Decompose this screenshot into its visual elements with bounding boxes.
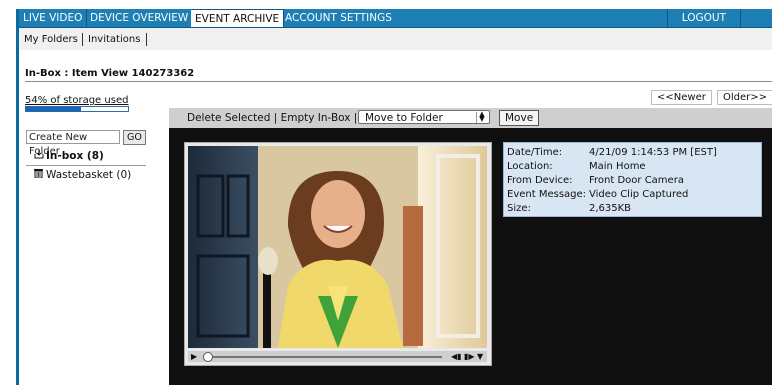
subnav-invitations[interactable]: Invitations [88,34,140,45]
video-controls: ▶ ◀▮ ▮▶ ▼ [188,351,487,362]
tab-device-overview[interactable]: DEVICE OVERVIEW [86,9,194,27]
detail-event-message: Event Message: Video Clip Captured [507,189,688,200]
create-folder-go-button[interactable]: GO [123,130,146,145]
detail-value: 2,635KB [589,203,632,214]
video-thumbnail [188,146,487,348]
folder-inbox-label: In-box (8) [46,150,104,162]
message-toolbar: Delete Selected | Empty In-Box | Move to… [169,108,772,128]
detail-key: Event Message: [507,189,587,200]
select-arrows-icon: ▲ ▼ [476,111,487,123]
move-select-value: Move to Folder [365,112,443,124]
step-forward-icon[interactable]: ▮▶ [464,351,475,362]
older-button[interactable]: Older>> [717,90,772,105]
video-seek-track[interactable] [206,356,442,358]
video-seek-handle[interactable] [203,352,213,362]
folder-wastebasket-label: Wastebasket (0) [46,169,132,181]
delete-selected-link[interactable]: Delete Selected [187,112,270,124]
tab-event-archive[interactable]: EVENT ARCHIVE [191,9,285,27]
video-frame-image[interactable] [188,146,487,348]
subnav-divider [146,33,147,46]
storage-usage-bar [25,106,129,112]
step-back-icon[interactable]: ◀▮ [451,351,462,362]
subnav-divider [82,33,83,46]
detail-value: Video Clip Captured [589,189,689,200]
detail-key: Location: [507,161,553,172]
folder-wastebasket[interactable]: Wastebasket (0) [34,168,131,181]
event-details-panel: Date/Time: 4/21/09 1:14:53 PM [EST] Locat… [503,142,762,217]
create-folder-input[interactable]: Create New Folder [26,130,120,157]
move-to-folder-select[interactable]: Move to Folder ▲ ▼ [358,110,490,124]
toolbar-actions: Delete Selected | Empty In-Box | [187,112,358,124]
inbox-icon [34,150,44,162]
top-navigation: LIVE VIDEO DEVICE OVERVIEW EVENT ARCHIVE… [19,9,772,28]
storage-usage-fill [26,107,82,111]
trash-icon [34,168,44,181]
play-icon[interactable]: ▶ [191,351,197,362]
tab-account-settings[interactable]: ACCOUNT SETTINGS [281,9,396,27]
detail-value: Front Door Camera [589,175,684,186]
detail-date-time: Date/Time: 4/21/09 1:14:53 PM [EST] [507,147,717,158]
sub-navigation: My Folders Invitations [19,28,772,50]
app-frame: LIVE VIDEO DEVICE OVERVIEW EVENT ARCHIVE… [16,9,772,385]
logout-link[interactable]: LOGOUT [666,9,741,27]
empty-inbox-link[interactable]: Empty In-Box [281,112,351,124]
item-viewer: ▶ ◀▮ ▮▶ ▼ Date/Time: 4/21/09 1:14:53 PM [… [169,128,772,385]
folder-inbox[interactable]: In-box (8) [34,150,104,162]
detail-size: Size: 2,635KB [507,203,631,214]
detail-key: Date/Time: [507,147,563,158]
page-title: In-Box : Item View 140273362 [25,68,195,79]
detail-key: Size: [507,203,531,214]
detail-value: 4/21/09 1:14:53 PM [EST] [589,147,717,158]
folder-divider [26,165,146,166]
subnav-my-folders[interactable]: My Folders [24,34,78,45]
title-divider [25,81,772,82]
detail-key: From Device: [507,175,573,186]
move-button[interactable]: Move [499,110,540,126]
newer-button[interactable]: <<Newer [651,90,712,105]
detail-location: Location: Main Home [507,161,646,172]
detail-value: Main Home [589,161,646,172]
tab-live-video[interactable]: LIVE VIDEO [19,9,88,27]
storage-usage-label[interactable]: 54% of storage used [25,95,128,106]
video-player: ▶ ◀▮ ▮▶ ▼ [184,142,492,366]
menu-arrow-icon[interactable]: ▼ [477,351,483,362]
detail-from-device: From Device: Front Door Camera [507,175,684,186]
